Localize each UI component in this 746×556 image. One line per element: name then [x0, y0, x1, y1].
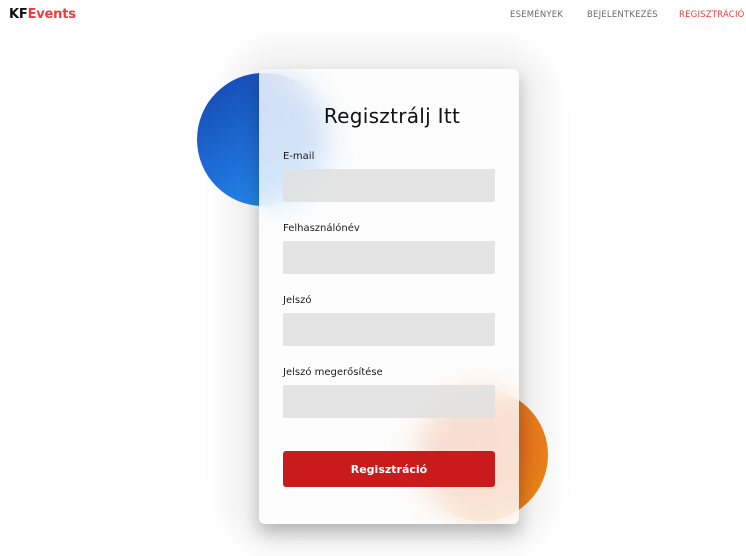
confirm-password-field[interactable]: [283, 385, 495, 418]
register-button[interactable]: Regisztráció: [283, 451, 495, 487]
email-label: E-mail: [283, 151, 315, 162]
password-label: Jelszó: [283, 295, 312, 306]
confirm-password-label: Jelszó megerősítése: [283, 367, 383, 378]
site-logo[interactable]: KFEvents: [9, 7, 76, 22]
password-field[interactable]: [283, 313, 495, 346]
nav-link-esemenyek[interactable]: ESEMÉNYEK: [510, 10, 563, 20]
logo-kf-text: KF: [9, 7, 28, 22]
logo-events-text: Events: [27, 7, 76, 22]
email-field[interactable]: [283, 169, 495, 202]
navbar: KFEvents ESEMÉNYEK BEJELENTKEZÉS REGISZT…: [0, 0, 746, 30]
nav-link-regisztracio[interactable]: REGISZTRÁCIÓ: [679, 10, 745, 20]
form-title: Regisztrálj Itt: [323, 104, 461, 128]
registration-form: Regisztrálj Itt E-mail Felhasználónév Je…: [259, 69, 519, 524]
username-label: Felhasználónév: [283, 223, 360, 234]
username-field[interactable]: [283, 241, 495, 274]
nav-link-bejelentkezes[interactable]: BEJELENTKEZÉS: [587, 10, 658, 20]
